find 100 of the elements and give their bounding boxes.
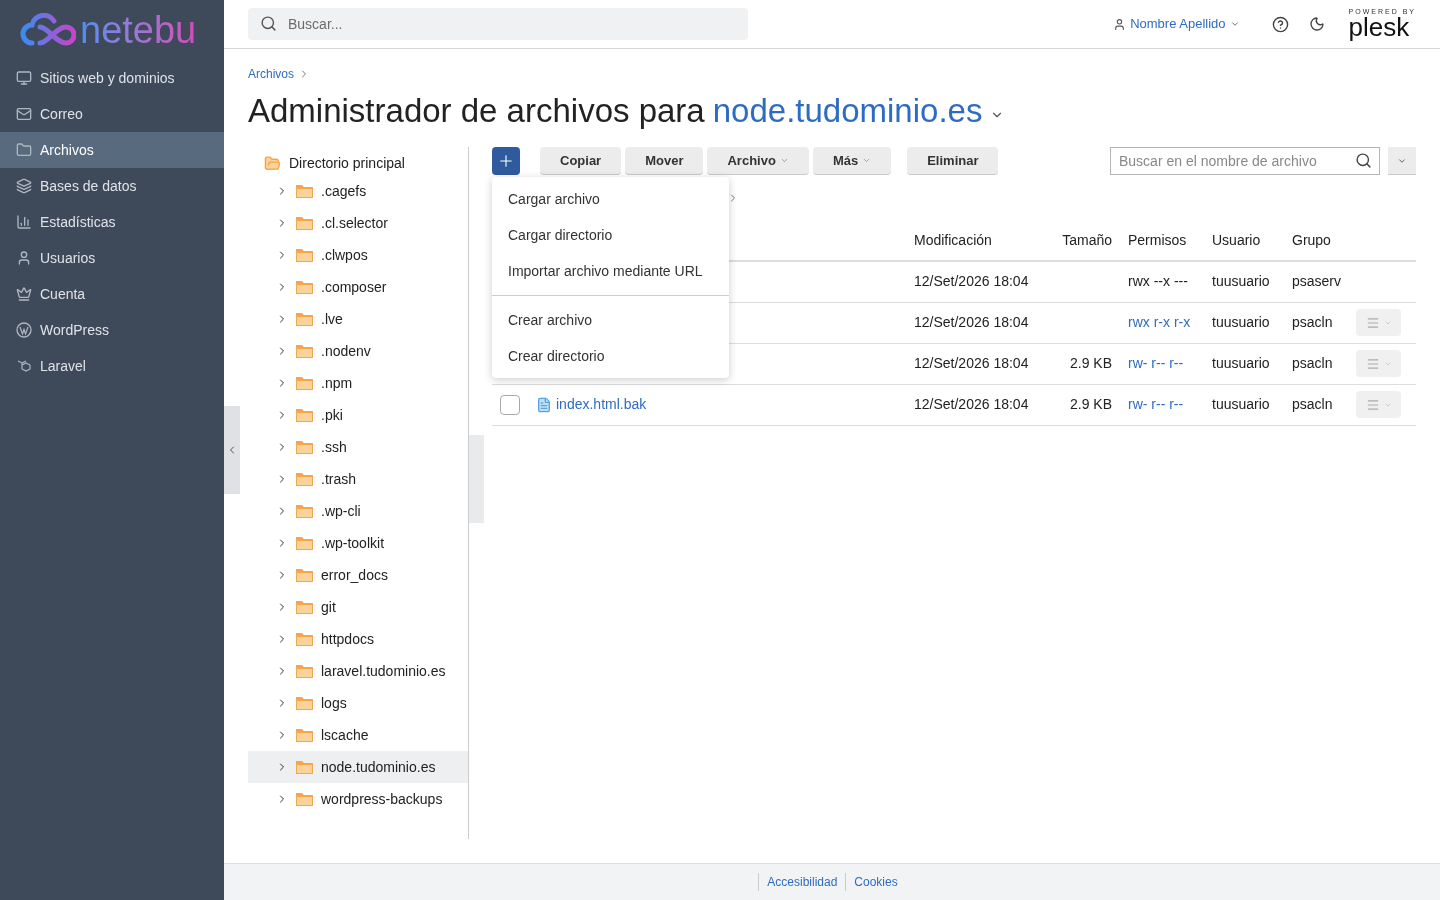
table-cell: 12/Set/2026 18:04 [914,396,1029,412]
tree-item[interactable]: .composer [248,271,468,303]
menu-item[interactable]: Crear archivo [492,302,729,338]
folder-icon [296,216,313,230]
tree-item[interactable]: .lve [248,303,468,335]
tree-item[interactable]: git [248,591,468,623]
menu-icon [1365,356,1380,371]
menu-item[interactable]: Cargar archivo [492,181,729,217]
footer-link[interactable]: Cookies [845,873,906,891]
column-header[interactable]: Tamaño [1062,232,1112,248]
sidebar-item[interactable]: Cuenta [0,276,224,312]
search-field[interactable]: Buscar... [248,8,748,40]
folder-icon [296,184,313,198]
filename-search-field[interactable]: Buscar en el nombre de archivo [1110,147,1380,175]
menu-item[interactable]: Cargar directorio [492,217,729,253]
table-cell: 12/Set/2026 18:04 [914,314,1029,330]
user-icon [1113,17,1127,31]
tree-item[interactable]: .pki [248,399,468,431]
folder-icon [296,760,313,774]
collapse-handle[interactable] [224,406,240,494]
tree-item[interactable]: error_docs [248,559,468,591]
table-cell: psaserv [1292,273,1342,290]
table-cell: rwx --x --- [1128,273,1188,290]
table-cell: 2.9 KB [1069,355,1112,371]
tree-item[interactable]: logs [248,687,468,719]
sidebar-item[interactable]: Sitios web y dominios [0,60,224,96]
menu-icon [1365,397,1380,412]
folder-icon [264,154,281,172]
sidebar-item[interactable]: Laravel [0,348,224,384]
tree-item[interactable]: .nodenv [248,335,468,367]
toolbar-button[interactable]: Archivo [707,147,809,175]
user-icon [16,250,32,266]
table-cell: psacln [1292,396,1333,412]
tree-item[interactable]: .ssh [248,431,468,463]
toolbar-button[interactable]: Copiar [540,147,622,175]
envelope-icon [16,106,32,122]
column-header[interactable]: Usuario [1212,232,1261,248]
layers-icon [16,178,32,194]
tree-item[interactable]: .cagefs [248,175,468,207]
folder-name: .clwpos [321,245,368,265]
toolbar-button[interactable]: Mover [625,147,704,175]
permissions-link[interactable]: rw- r-- r-- [1128,355,1184,371]
file-icon [536,396,552,413]
sidebar-item[interactable]: Archivos [0,132,224,168]
splitter-handle[interactable] [469,435,484,523]
breadcrumb-link[interactable]: Archivos [248,65,294,83]
tree-item[interactable]: .clwpos [248,239,468,271]
search-icon [260,15,277,32]
user-menu[interactable]: Nombre Apellido [1113,14,1240,34]
footer-link[interactable]: Accesibilidad [758,873,846,891]
tree-item[interactable]: .cl.selector [248,207,468,239]
menu-item[interactable]: Importar archivo mediante URL [492,253,729,289]
folder-icon [296,344,313,358]
row-checkbox[interactable] [500,394,520,415]
sidebar-item[interactable]: Correo [0,96,224,132]
table-cell: 12/Set/2026 18:04 [914,273,1029,290]
sidebar-item[interactable]: Usuarios [0,240,224,276]
folder-icon [296,472,313,486]
folder-icon [296,280,313,294]
folder-icon [296,312,313,326]
folder-name: git [321,597,336,617]
domain-link[interactable]: node.tudominio.es [712,91,983,131]
folder-name: .composer [321,277,387,297]
folder-name: httpdocs [321,629,374,649]
column-header[interactable]: Grupo [1292,232,1331,248]
tree-item[interactable]: wordpress-backups [248,783,468,815]
folder-name: .cl.selector [321,213,388,233]
wordpress-icon [16,322,32,338]
bar-chart-icon [16,214,32,230]
add-button[interactable] [492,147,520,175]
folder-name: laravel.tudominio.es [321,661,446,681]
file-link[interactable]: index.html.bak [556,394,647,415]
column-header[interactable]: Permisos [1128,232,1187,248]
tree-root[interactable]: Directorio principal [289,152,405,174]
plus-icon [497,152,515,170]
help-icon[interactable] [1271,15,1289,33]
tree-item[interactable]: lscache [248,719,468,751]
table-cell: psacln [1292,355,1333,371]
folder-name: .npm [321,373,353,393]
permissions-link[interactable]: rw- r-- r-- [1128,396,1184,412]
column-header[interactable]: Modificación [914,232,992,248]
toolbar-button[interactable]: Más [812,147,892,175]
permissions-link[interactable]: rwx r-x r-x [1128,314,1191,330]
folder-name: lscache [321,725,369,745]
folder-name: .wp-cli [321,501,361,521]
menu-item[interactable]: Crear directorio [492,338,729,374]
folder-icon [296,248,313,262]
folder-icon [296,408,313,422]
tree-item[interactable]: .trash [248,463,468,495]
sidebar-item[interactable]: Estadísticas [0,204,224,240]
tree-item[interactable]: laravel.tudominio.es [248,655,468,687]
sidebar-item[interactable]: WordPress [0,312,224,348]
sidebar-item[interactable]: Bases de datos [0,168,224,204]
moon-icon[interactable] [1308,16,1325,32]
tree-item[interactable]: .wp-cli [248,495,468,527]
tree-item[interactable]: node.tudominio.es [248,751,468,783]
toolbar-button[interactable]: Eliminar [907,147,999,175]
tree-item[interactable]: httpdocs [248,623,468,655]
tree-item[interactable]: .npm [248,367,468,399]
tree-item[interactable]: .wp-toolkit [248,527,468,559]
